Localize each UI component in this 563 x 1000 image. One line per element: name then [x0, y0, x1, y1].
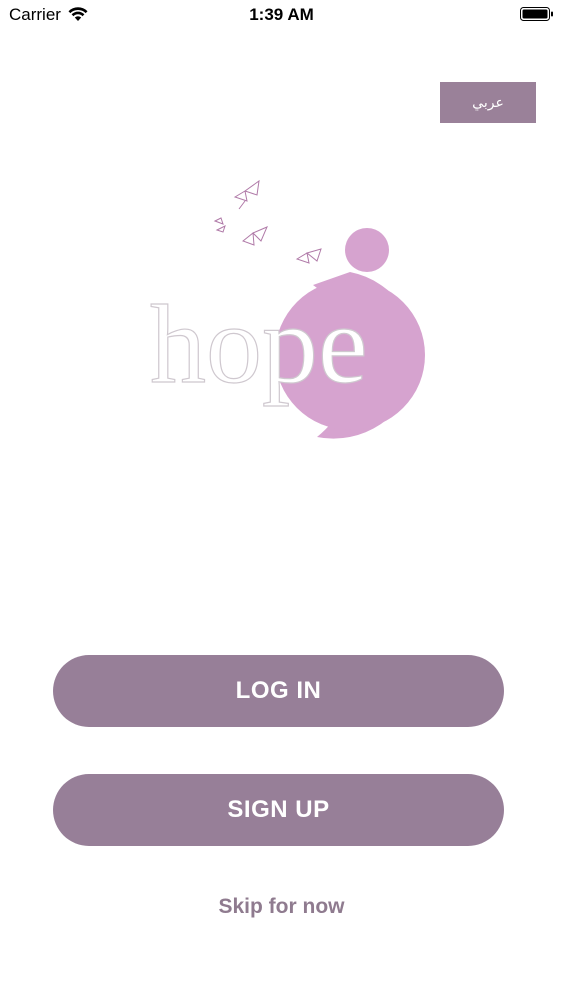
- status-time: 1:39 AM: [249, 5, 314, 24]
- hope-logo: hope: [149, 179, 425, 439]
- login-button[interactable]: LOG IN: [53, 655, 504, 727]
- signup-button[interactable]: SIGN UP: [53, 774, 504, 846]
- status-bar: Carrier 1:39 AM: [0, 0, 563, 30]
- battery-icon: [520, 7, 553, 21]
- language-toggle-button[interactable]: عربي: [440, 82, 536, 123]
- logo-wordmark: hope: [150, 283, 368, 407]
- skip-link[interactable]: Skip for now: [0, 895, 563, 919]
